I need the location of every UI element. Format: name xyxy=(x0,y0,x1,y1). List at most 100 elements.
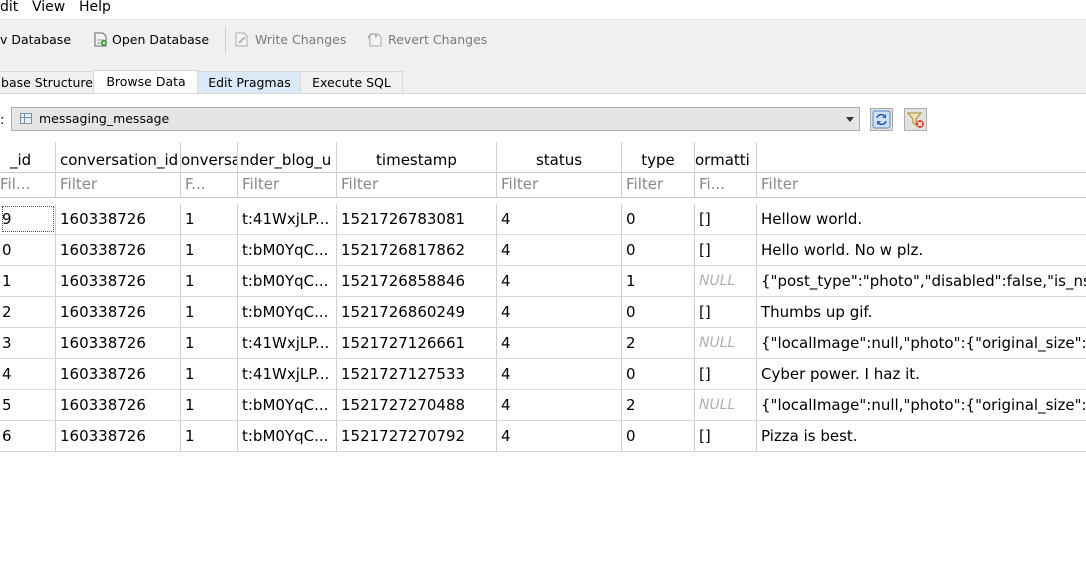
filter-input-sender-blog[interactable]: Filter xyxy=(238,172,337,197)
cell-status[interactable]: 4 xyxy=(497,328,622,358)
cell-conversation[interactable]: 1 xyxy=(181,390,238,420)
cell-conversation[interactable]: 1 xyxy=(181,266,238,296)
cell-id[interactable]: 5 xyxy=(0,390,56,420)
filter-input-status[interactable]: Filter xyxy=(497,172,622,197)
cell-message[interactable]: {"localImage":null,"photo":{"original_si… xyxy=(757,390,1086,420)
cell-timestamp[interactable]: 1521727127533 xyxy=(337,359,497,389)
cell-formatting[interactable]: [] xyxy=(695,235,757,265)
filter-input-conversation-id[interactable]: Filter xyxy=(56,172,181,197)
cell-type[interactable]: 0 xyxy=(622,235,695,265)
cell-conversation[interactable]: 1 xyxy=(181,204,238,234)
cell-message[interactable]: {"post_type":"photo","disabled":false,"i… xyxy=(757,266,1086,296)
cell-type[interactable]: 2 xyxy=(622,328,695,358)
new-database-button[interactable]: v Database xyxy=(0,31,71,49)
cell-sender-blog[interactable]: t:bM0YqC... xyxy=(238,235,337,265)
cell-id[interactable]: 1 xyxy=(0,266,56,296)
cell-conversation-id[interactable]: 160338726 xyxy=(56,328,181,358)
write-changes-button[interactable]: Write Changes xyxy=(255,31,346,49)
cell-formatting[interactable]: [] xyxy=(695,421,757,451)
chevron-down-icon[interactable] xyxy=(846,117,854,122)
cell-sender-blog[interactable]: t:bM0YqC... xyxy=(238,266,337,296)
cell-message[interactable]: Thumbs up gif. xyxy=(757,297,1086,327)
table-row[interactable]: 6 160338726 1 t:bM0YqC... 1521727270792 4 0[] P… xyxy=(0,421,1086,452)
tab-edit-pragmas[interactable]: Edit Pragmas xyxy=(197,71,302,94)
cell-formatting[interactable]: NULL xyxy=(695,390,757,420)
cell-status[interactable]: 4 xyxy=(497,204,622,234)
cell-message[interactable]: Hellow world. xyxy=(757,204,1086,234)
cell-conversation-id[interactable]: 160338726 xyxy=(56,359,181,389)
cell-conversation[interactable]: 1 xyxy=(181,421,238,451)
cell-id[interactable]: 4 xyxy=(0,359,56,389)
cell-status[interactable]: 4 xyxy=(497,297,622,327)
filter-input-id[interactable]: Fil... xyxy=(0,172,56,197)
cell-conversation-id[interactable]: 160338726 xyxy=(56,390,181,420)
cell-sender-blog[interactable]: t:bM0YqC... xyxy=(238,421,337,451)
cell-timestamp[interactable]: 1521727270792 xyxy=(337,421,497,451)
cell-type[interactable]: 1 xyxy=(622,266,695,296)
cell-conversation[interactable]: 1 xyxy=(181,359,238,389)
column-header-conversation[interactable]: onversa xyxy=(181,142,238,172)
column-header-conversation-id[interactable]: conversation_id xyxy=(56,142,181,172)
cell-type[interactable]: 0 xyxy=(622,421,695,451)
cell-sender-blog[interactable]: t:41WxjLP... xyxy=(238,359,337,389)
filter-input-timestamp[interactable]: Filter xyxy=(337,172,497,197)
cell-id[interactable]: 9 xyxy=(0,204,56,234)
cell-type[interactable]: 0 xyxy=(622,297,695,327)
cell-timestamp[interactable]: 1521726858846 xyxy=(337,266,497,296)
cell-timestamp[interactable]: 1521727126661 xyxy=(337,328,497,358)
refresh-button[interactable] xyxy=(870,108,893,131)
cell-formatting[interactable]: [] xyxy=(695,204,757,234)
table-row[interactable]: 3 160338726 1 t:41WxjLP... 1521727126661 4 2 NU… xyxy=(0,328,1086,359)
revert-changes-button[interactable]: Revert Changes xyxy=(388,31,487,49)
column-header-id[interactable]: _id xyxy=(0,142,56,172)
table-row[interactable]: 0 160338726 1 t:bM0YqC... 1521726817862 4 0[] H… xyxy=(0,235,1086,266)
cell-timestamp[interactable]: 1521726860249 xyxy=(337,297,497,327)
column-header-formatting[interactable]: ormatti xyxy=(695,142,757,172)
cell-formatting[interactable]: [] xyxy=(695,297,757,327)
cell-status[interactable]: 4 xyxy=(497,266,622,296)
table-select[interactable]: messaging_message xyxy=(11,107,860,131)
cell-conversation[interactable]: 1 xyxy=(181,328,238,358)
cell-status[interactable]: 4 xyxy=(497,235,622,265)
cell-id[interactable]: 6 xyxy=(0,421,56,451)
cell-status[interactable]: 4 xyxy=(497,421,622,451)
column-header-type[interactable]: type xyxy=(622,142,695,172)
column-header-status[interactable]: status xyxy=(497,142,622,172)
cell-message[interactable]: Hello world. No w plz. xyxy=(757,235,1086,265)
cell-timestamp[interactable]: 1521726783081 xyxy=(337,204,497,234)
table-row[interactable]: 5 160338726 1 t:bM0YqC... 1521727270488 4 2 NUL… xyxy=(0,390,1086,421)
cell-conversation-id[interactable]: 160338726 xyxy=(56,266,181,296)
cell-conversation-id[interactable]: 160338726 xyxy=(56,421,181,451)
table-row[interactable]: 4 160338726 1 t:41WxjLP... 1521727127533 4 0[]… xyxy=(0,359,1086,390)
table-row[interactable]: 2 160338726 1 t:bM0YqC... 1521726860249 4 0[] T… xyxy=(0,297,1086,328)
column-header-timestamp[interactable]: timestamp xyxy=(337,142,497,172)
open-database-button[interactable]: Open Database xyxy=(112,31,209,49)
filter-input-formatting[interactable]: Fi... xyxy=(695,172,757,197)
cell-message[interactable]: Pizza is best. xyxy=(757,421,1086,451)
filter-input-message[interactable]: Filter xyxy=(757,172,1086,197)
tab-execute-sql[interactable]: Execute SQL xyxy=(300,71,403,94)
cell-timestamp[interactable]: 1521727270488 xyxy=(337,390,497,420)
cell-formatting[interactable]: NULL xyxy=(695,266,757,296)
menu-view[interactable]: View xyxy=(32,0,65,15)
column-header-sender-blog[interactable]: nder_blog_u xyxy=(238,142,337,172)
cell-sender-blog[interactable]: t:41WxjLP... xyxy=(238,204,337,234)
cell-status[interactable]: 4 xyxy=(497,390,622,420)
cell-message[interactable]: Cyber power. I haz it. xyxy=(757,359,1086,389)
cell-status[interactable]: 4 xyxy=(497,359,622,389)
cell-sender-blog[interactable]: t:41WxjLP... xyxy=(238,328,337,358)
cell-conversation-id[interactable]: 160338726 xyxy=(56,235,181,265)
cell-message[interactable]: {"localImage":null,"photo":{"original_si… xyxy=(757,328,1086,358)
cell-type[interactable]: 0 xyxy=(622,204,695,234)
cell-type[interactable]: 2 xyxy=(622,390,695,420)
cell-id[interactable]: 2 xyxy=(0,297,56,327)
table-row[interactable]: 9 160338726 1 t:41WxjLP... 1521726783081 4 0[]… xyxy=(0,204,1086,235)
tab-database-structure[interactable]: base Structure xyxy=(0,71,96,94)
filter-input-conversation[interactable]: F... xyxy=(181,172,238,197)
menu-help[interactable]: Help xyxy=(79,0,111,15)
cell-sender-blog[interactable]: t:bM0YqC... xyxy=(238,297,337,327)
clear-filters-button[interactable] xyxy=(904,108,927,131)
cell-conversation-id[interactable]: 160338726 xyxy=(56,204,181,234)
cell-formatting[interactable]: [] xyxy=(695,359,757,389)
filter-input-type[interactable]: Filter xyxy=(622,172,695,197)
